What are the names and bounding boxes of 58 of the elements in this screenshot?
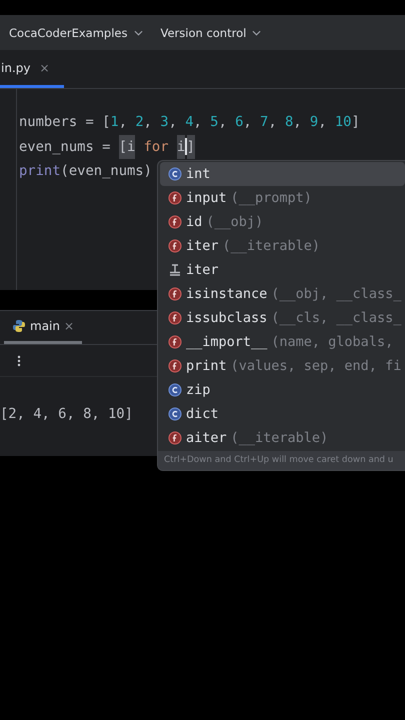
function-icon — [168, 359, 182, 373]
chevron-down-icon — [134, 30, 142, 36]
item-name: id — [186, 214, 202, 230]
item-name: print — [186, 358, 227, 374]
python-icon — [12, 319, 26, 333]
class-icon — [168, 407, 182, 421]
function-icon — [168, 191, 182, 205]
completion-item[interactable]: iter — [160, 258, 405, 282]
function-icon — [168, 431, 182, 445]
item-name: zip — [186, 382, 210, 398]
completion-item[interactable]: iter (__iterable) — [160, 234, 405, 258]
completion-item[interactable]: int — [160, 162, 405, 186]
item-name: aiter — [186, 430, 227, 446]
code-line: numbers = [1, 2, 3, 4, 5, 6, 7, 8, 9, 10] — [19, 113, 360, 132]
function-icon — [168, 287, 182, 301]
item-params: (values, sep, end, fi — [230, 358, 402, 374]
class-icon — [168, 383, 182, 397]
function-icon — [168, 335, 182, 349]
completion-item[interactable]: __import__ (name, globals, — [160, 330, 405, 354]
popup-hint: Ctrl+Down and Ctrl+Up will move caret down and u — [158, 451, 405, 470]
close-icon[interactable]: × — [39, 60, 50, 74]
tab-label: main — [30, 319, 60, 333]
item-params: (__obj) — [206, 214, 264, 230]
class-icon — [168, 167, 182, 181]
item-name: iter — [186, 238, 219, 254]
template-icon — [168, 263, 182, 277]
item-name: iter — [186, 262, 219, 278]
item-name: isinstance — [186, 286, 268, 302]
project-menu[interactable]: CocaCoderExamples — [9, 26, 142, 40]
item-params: (__obj, __class_ — [271, 286, 402, 302]
chevron-down-icon — [252, 30, 262, 36]
item-params: (name, globals, — [271, 334, 394, 350]
function-icon — [168, 215, 182, 229]
item-name: int — [186, 166, 210, 182]
completion-item[interactable]: isinstance (__obj, __class_ — [160, 282, 405, 306]
completion-item[interactable]: issubclass (__cls, __class_ — [160, 306, 405, 330]
item-name: __import__ — [186, 334, 268, 350]
code-line: even_nums = [i for i] — [19, 134, 195, 159]
version-control-menu[interactable]: Version control — [160, 26, 262, 40]
completion-item[interactable]: zip — [160, 378, 405, 402]
code-line: print(even_nums) — [19, 162, 152, 181]
completion-item[interactable]: id (__obj) — [160, 210, 405, 234]
item-params: (__iterable) — [222, 238, 320, 254]
completion-item[interactable]: input (__prompt) — [160, 186, 405, 210]
item-params: (__cls, __class_ — [271, 310, 402, 326]
completion-item[interactable]: aiter (__iterable) — [160, 426, 405, 450]
item-name: input — [186, 190, 227, 206]
function-icon — [168, 311, 182, 325]
item-name: dict — [186, 406, 219, 422]
item-params: (__iterable) — [230, 430, 328, 446]
close-icon[interactable]: × — [64, 319, 74, 333]
tab-label: in.py — [1, 60, 30, 74]
more-icon[interactable] — [17, 354, 21, 366]
console-output: [2, 4, 6, 8, 10] — [0, 406, 133, 422]
function-icon — [168, 239, 182, 253]
item-name: issubclass — [186, 310, 268, 326]
completion-item[interactable]: dict — [160, 402, 405, 426]
item-params: (__prompt) — [230, 190, 312, 206]
